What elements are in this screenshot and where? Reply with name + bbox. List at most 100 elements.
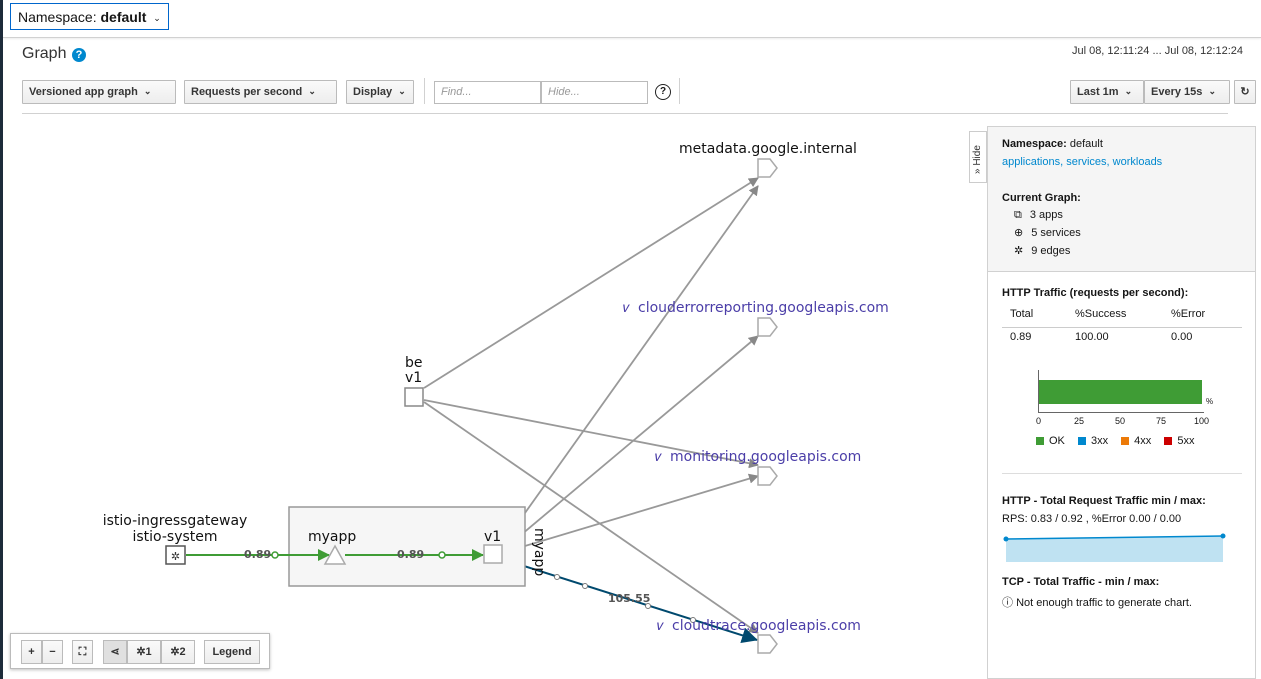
be-version-label: v1 <box>405 370 422 386</box>
layout-2-button[interactable]: ✲2 <box>161 640 195 664</box>
hide-input[interactable]: Hide... <box>541 81 648 104</box>
namespace-row: Namespace: default <box>1002 138 1103 150</box>
app-group-label: myapp <box>308 529 356 545</box>
layout-2-icon: ✲ <box>170 646 180 658</box>
top-bar: Namespace: default ⌄ <box>3 0 1261 38</box>
http-minmax-value: RPS: 0.83 / 0.92 , %Error 0.00 / 0.00 <box>1002 513 1182 525</box>
table-cell-error: 0.00 <box>1171 331 1193 343</box>
http-bar-chart <box>1038 370 1204 413</box>
service-entry-icon: 𝜈 <box>655 449 662 465</box>
monitoring-node[interactable] <box>757 466 778 486</box>
graph-type-dropdown[interactable]: Versioned app graph ⌄ <box>22 80 176 104</box>
traffic-dot <box>554 574 560 580</box>
layout-default-button[interactable]: ⋖ <box>103 640 127 664</box>
hide-panel-label: » Hide <box>972 145 983 174</box>
zoom-in-icon: + <box>28 646 35 658</box>
traffic-dot <box>271 551 279 559</box>
ingress-name: istio-ingressgateway <box>103 513 248 529</box>
toolbar-divider <box>424 78 425 104</box>
app-side-label: myapp <box>531 528 547 576</box>
fit-button[interactable]: ⛶ <box>72 640 93 664</box>
legend-label: 5xx <box>1177 435 1195 447</box>
toolbar-separator <box>22 113 1228 114</box>
display-dropdown[interactable]: Display ⌄ <box>346 80 414 104</box>
namespace-links[interactable]: applications, services, workloads <box>1002 156 1162 168</box>
duration-label: Last 1m <box>1077 86 1119 98</box>
tcp-title: TCP - Total Traffic - min / max: <box>1002 576 1160 588</box>
myapp-version-label: v1 <box>484 529 501 545</box>
layout-1-icon: ✲ <box>136 646 146 658</box>
ingress-icon: ✲ <box>171 551 180 563</box>
service-graph[interactable]: myapp myapp 0.89 0.89 105.55 ✲ istio-ing… <box>0 120 985 679</box>
zoom-in-button[interactable]: + <box>21 640 42 664</box>
myapp-v1-node[interactable] <box>483 544 503 564</box>
chevron-down-icon: ⌄ <box>1124 86 1133 96</box>
chevron-down-icon: ⌄ <box>398 86 406 96</box>
table-header-error: %Error <box>1171 308 1206 320</box>
bar-tick: 50 <box>1115 416 1126 426</box>
namespace-label: Namespace: <box>18 9 97 25</box>
ingress-namespace: istio-system <box>132 529 217 545</box>
edge-be-metadata[interactable] <box>423 177 759 389</box>
help-icon[interactable]: ? <box>72 48 86 62</box>
namespace-dropdown[interactable]: Namespace: default ⌄ <box>10 3 169 30</box>
services-icon: ⊕ <box>1014 227 1024 239</box>
table-header-success: %Success <box>1075 308 1127 320</box>
refresh-interval-label: Every 15s <box>1151 86 1203 98</box>
namespace-val: default <box>1069 138 1103 150</box>
edge-myapp-clouderror[interactable] <box>502 335 759 551</box>
legend-label: OK <box>1049 435 1065 447</box>
legend-swatch <box>1164 437 1173 445</box>
panel-divider <box>1002 473 1242 474</box>
table-cell-total: 0.89 <box>1010 331 1032 343</box>
find-input[interactable]: Find... <box>434 81 541 104</box>
graph-toolbar: + − ⛶ ⋖ ✲1 ✲2 Legend <box>10 633 270 669</box>
refresh-icon: ↻ <box>1240 86 1250 98</box>
legend-button[interactable]: Legend <box>204 640 260 664</box>
cloudtrace-label: cloudtrace.googleapis.com <box>672 618 861 634</box>
edge-myapp-metadata[interactable] <box>499 185 759 549</box>
layout-1-button[interactable]: ✲1 <box>127 640 161 664</box>
apps-count: 3 apps <box>1029 209 1063 221</box>
service-entry-icon: 𝜈 <box>657 618 664 634</box>
legend-label: 3xx <box>1090 435 1109 447</box>
hide-panel-tab[interactable]: » Hide <box>969 131 987 183</box>
be-v1-node[interactable] <box>404 387 424 407</box>
apps-icon: ⧉ <box>1014 209 1022 221</box>
tcp-note: Not enough traffic to generate chart. <box>1016 597 1192 609</box>
clouderror-node[interactable] <box>757 317 778 337</box>
edge-label: 0.89 <box>397 548 424 561</box>
service-entry-icon: 𝜈 <box>623 300 630 316</box>
bar-tick: 100 <box>1194 416 1210 426</box>
traffic-table-header: Total %Success %Error <box>1002 303 1242 328</box>
time-range: Jul 08, 12:11:24 ... Jul 08, 12:12:24 <box>1071 45 1243 57</box>
layout-1-label: 1 <box>145 646 152 658</box>
metadata-node[interactable] <box>757 158 778 178</box>
legend-button-label: Legend <box>212 646 252 658</box>
legend-label: 4xx <box>1134 435 1152 447</box>
monitoring-label: monitoring.googleapis.com <box>670 449 861 465</box>
page-title: Graph <box>22 45 67 62</box>
chevron-down-icon: ⌄ <box>143 86 152 96</box>
info-icon: ⓘ <box>1002 597 1013 609</box>
edge-labels-dropdown[interactable]: Requests per second ⌄ <box>184 80 337 104</box>
find-help-icon[interactable]: ? <box>655 84 671 100</box>
summary-panel: Namespace: default applications, service… <box>987 126 1256 679</box>
traffic-dot <box>438 551 446 559</box>
summary-header: Namespace: default applications, service… <box>988 127 1255 272</box>
http-minmax-title: HTTP - Total Request Traffic min / max: <box>1002 495 1206 507</box>
cloudtrace-node[interactable] <box>757 634 778 654</box>
graph-type-label: Versioned app graph <box>29 86 138 98</box>
table-header-total: Total <box>1010 308 1034 320</box>
fit-icon: ⛶ <box>78 646 87 658</box>
traffic-dot <box>582 583 588 589</box>
refresh-interval-dropdown[interactable]: Every 15s ⌄ <box>1144 80 1230 104</box>
refresh-button[interactable]: ↻ <box>1234 80 1256 104</box>
edges-icon: ✲ <box>1014 245 1024 257</box>
zoom-out-button[interactable]: − <box>42 640 63 664</box>
namespace-value: default <box>100 9 147 25</box>
duration-dropdown[interactable]: Last 1m ⌄ <box>1070 80 1144 104</box>
chevron-down-icon: ⌄ <box>1208 86 1216 96</box>
edge-labels-label: Requests per second <box>191 86 303 98</box>
current-graph-title: Current Graph: <box>1002 192 1081 204</box>
